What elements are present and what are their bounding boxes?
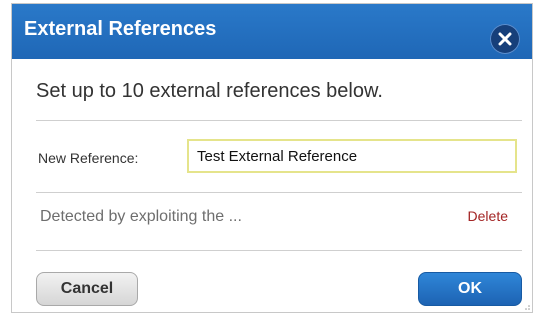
divider	[36, 250, 522, 251]
dialog-title: External References	[24, 18, 217, 40]
close-button[interactable]	[490, 24, 520, 54]
divider	[36, 120, 522, 121]
cancel-button[interactable]: Cancel	[36, 272, 138, 306]
new-reference-label: New Reference:	[38, 150, 139, 166]
divider	[36, 192, 522, 193]
ok-button[interactable]: OK	[418, 272, 522, 306]
dialog-titlebar: External References	[12, 4, 532, 59]
close-icon	[498, 32, 512, 46]
external-references-dialog: External References Set up to 10 externa…	[11, 3, 533, 313]
resize-grip-icon[interactable]	[523, 304, 531, 312]
delete-reference-link[interactable]: Delete	[468, 208, 508, 224]
intro-text: Set up to 10 external references below.	[36, 80, 383, 102]
reference-item-text: Detected by exploiting the ...	[40, 208, 242, 225]
new-reference-input[interactable]	[187, 139, 517, 173]
